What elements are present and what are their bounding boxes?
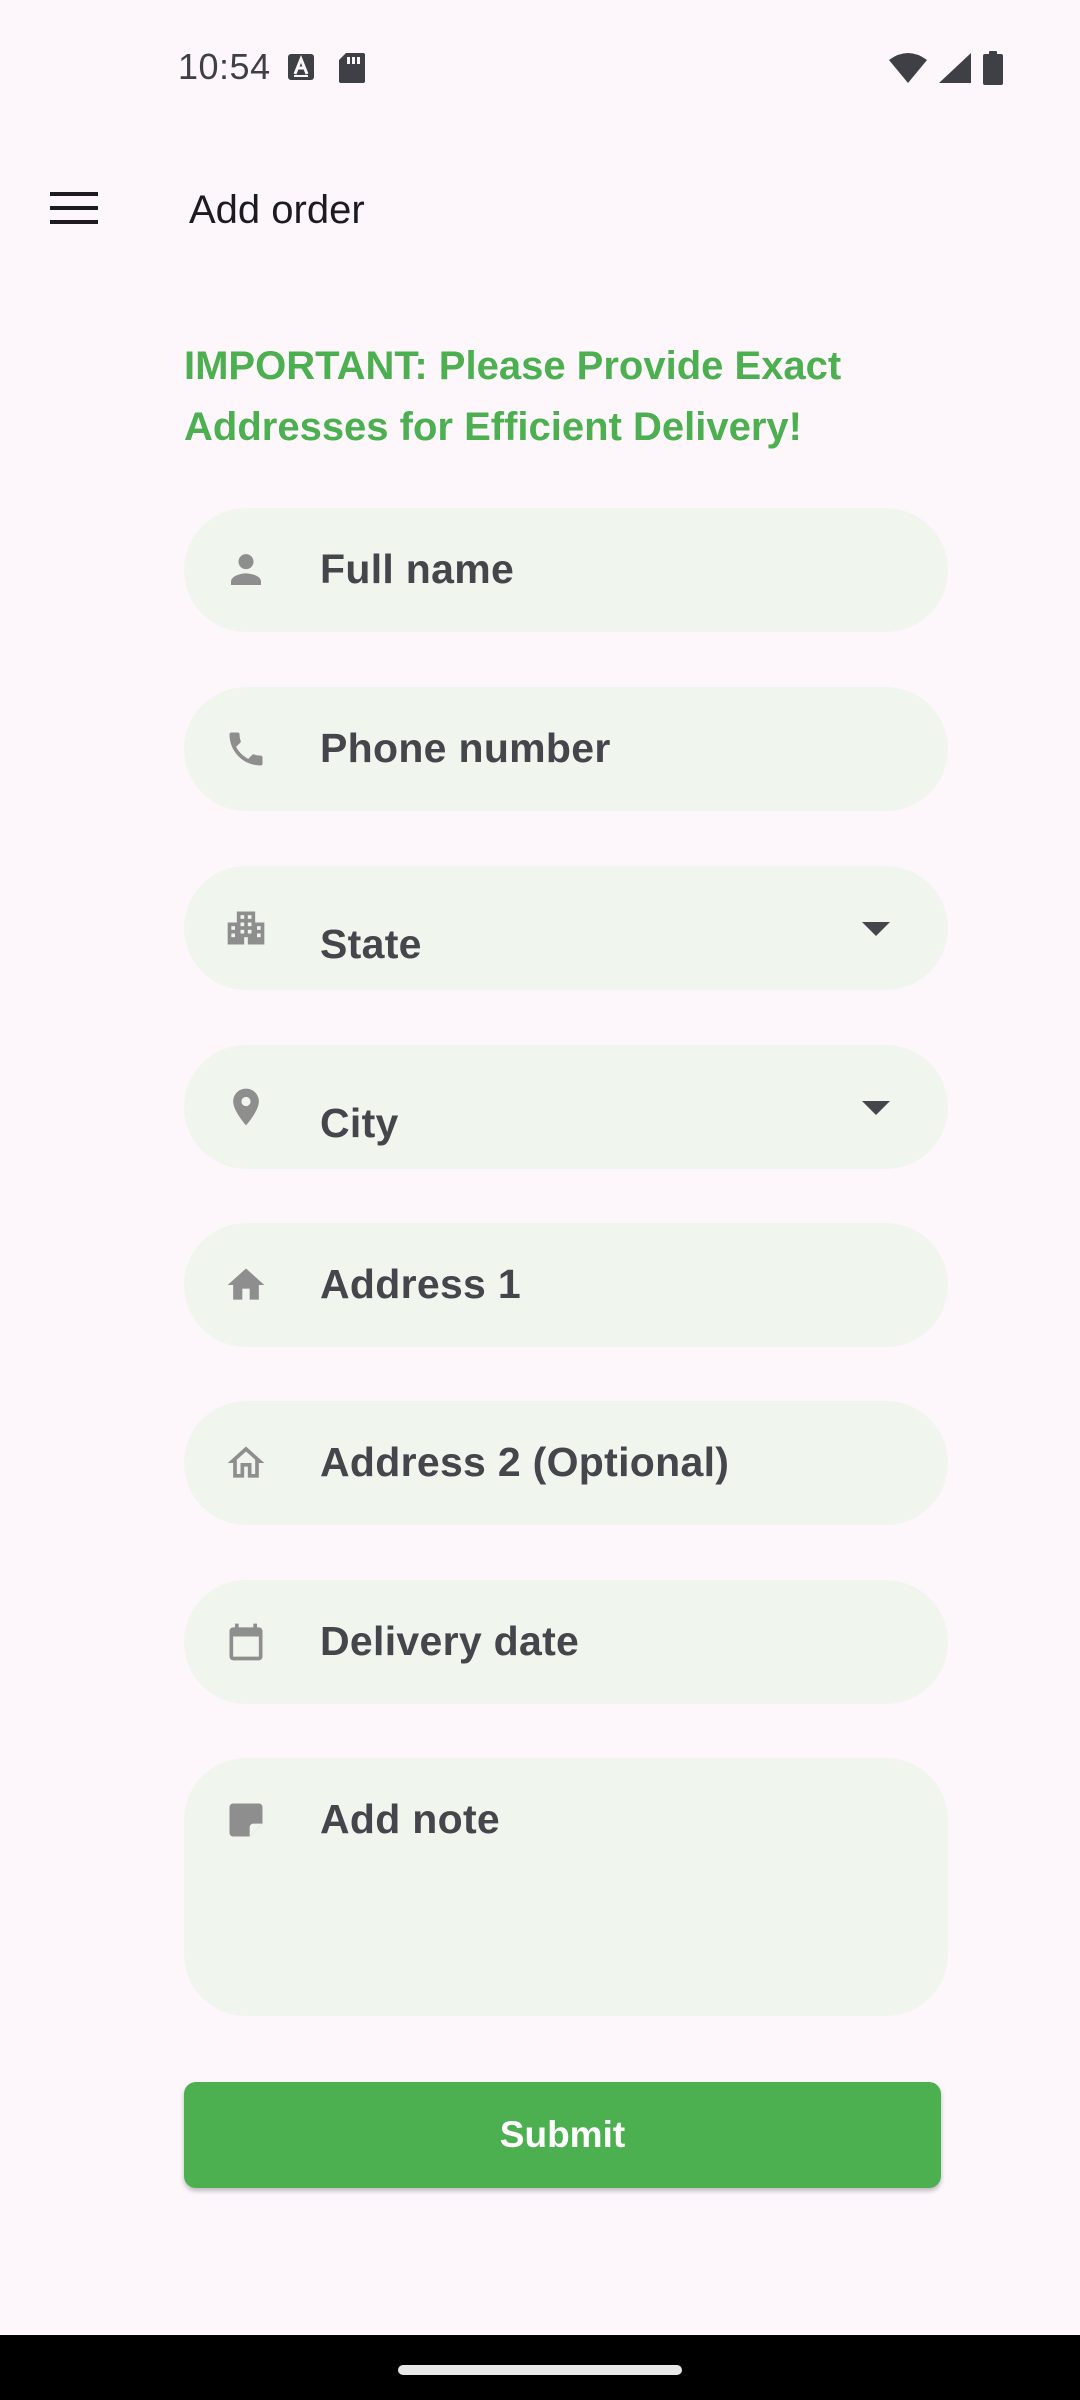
note-placeholder: Add note bbox=[320, 1796, 501, 1842]
delivery-date-field[interactable]: Delivery date bbox=[184, 1580, 948, 1704]
person-icon bbox=[224, 548, 268, 592]
address-2-placeholder: Address 2 (Optional) bbox=[320, 1439, 730, 1485]
home-outline-icon bbox=[224, 1441, 268, 1485]
sticky-note-icon bbox=[224, 1798, 268, 1842]
address-1-field[interactable]: Address 1 bbox=[184, 1223, 948, 1347]
address-2-field[interactable]: Address 2 (Optional) bbox=[184, 1401, 948, 1525]
delivery-date-placeholder: Delivery date bbox=[320, 1618, 580, 1664]
status-system-icons bbox=[888, 50, 1004, 91]
building-icon bbox=[224, 906, 268, 950]
menu-button[interactable] bbox=[30, 180, 118, 240]
calendar-icon bbox=[224, 1620, 268, 1664]
page-title: Add order bbox=[189, 188, 365, 232]
sd-card-icon bbox=[338, 52, 366, 89]
note-field[interactable]: Add note bbox=[184, 1758, 948, 2016]
cell-signal-icon bbox=[938, 52, 972, 89]
delivery-notice: IMPORTANT: Please Provide Exact Addresse… bbox=[184, 344, 842, 449]
wifi-icon bbox=[888, 52, 928, 89]
full-name-placeholder: Full name bbox=[320, 546, 515, 592]
location-pin-icon bbox=[224, 1085, 268, 1129]
status-bar: 10:54 bbox=[0, 0, 1080, 134]
hamburger-menu-icon bbox=[50, 190, 98, 231]
submit-button[interactable]: Submit bbox=[184, 2082, 941, 2188]
status-time: 10:54 bbox=[178, 46, 271, 87]
city-dropdown[interactable]: City bbox=[184, 1045, 948, 1169]
app-bar: Add order bbox=[0, 150, 1080, 270]
text-a-notification-icon bbox=[286, 52, 316, 89]
city-placeholder: City bbox=[320, 1100, 399, 1146]
state-placeholder: State bbox=[320, 921, 422, 967]
phone-number-placeholder: Phone number bbox=[320, 725, 611, 771]
chevron-down-icon bbox=[862, 1101, 890, 1115]
home-filled-icon bbox=[224, 1263, 268, 1307]
system-navigation-bar bbox=[0, 2335, 1080, 2400]
status-notification-icons bbox=[286, 52, 366, 89]
address-1-placeholder: Address 1 bbox=[320, 1261, 521, 1307]
phone-icon bbox=[224, 727, 268, 771]
battery-icon bbox=[982, 50, 1004, 91]
gesture-handle[interactable] bbox=[398, 2365, 682, 2375]
full-name-field[interactable]: Full name bbox=[184, 508, 948, 632]
state-dropdown[interactable]: State bbox=[184, 866, 948, 990]
phone-number-field[interactable]: Phone number bbox=[184, 687, 948, 811]
chevron-down-icon bbox=[862, 922, 890, 936]
